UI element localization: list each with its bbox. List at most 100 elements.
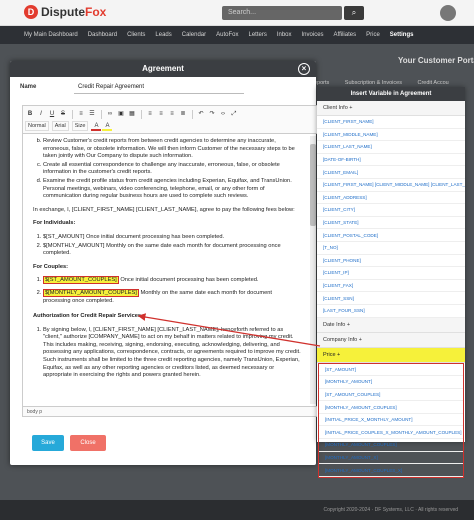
brand-name-suffix: Fox xyxy=(85,5,107,19)
scroll-thumb[interactable] xyxy=(310,144,316,226)
services-list: Review Customer's credit reports from be… xyxy=(33,138,301,201)
price-group[interactable]: Price + xyxy=(317,347,465,363)
numbered-list-icon[interactable]: ≡ xyxy=(76,109,86,119)
search-icon[interactable]: ⌕ xyxy=(344,6,364,20)
authorization-list: By signing below, I, [CLIENT_FIRST_NAME]… xyxy=(33,327,301,380)
variable-item[interactable]: [CLIENT_SSN] xyxy=(317,292,465,305)
nav-item[interactable]: Price xyxy=(366,32,380,38)
nav-item[interactable]: Calendar xyxy=(182,32,206,38)
link-icon[interactable]: ∞ xyxy=(105,109,115,119)
top-header: D DisputeFox Search... ⌕ xyxy=(0,0,474,26)
font-family-select[interactable]: Arial xyxy=(51,121,69,131)
brand-name-prefix: Dispute xyxy=(41,5,86,19)
align-right-icon[interactable]: ≡ xyxy=(167,109,177,119)
font-size-select[interactable]: Size xyxy=(71,121,89,131)
variable-item[interactable]: [MONTHLY_AMOUNT_COUPLES] xyxy=(319,401,463,414)
align-justify-icon[interactable]: ≣ xyxy=(178,109,188,119)
variable-item[interactable]: [CLIENT_STATE] xyxy=(317,217,465,230)
nav-item[interactable]: Affiliates xyxy=(334,32,357,38)
variable-item[interactable]: [ST_AMOUNT] xyxy=(319,364,463,377)
editor-scrollbar[interactable] xyxy=(310,136,316,404)
nav-item[interactable]: Inbox xyxy=(277,32,292,38)
inserted-variable-highlight: $[ST_AMOUNT_COUPLES] xyxy=(43,276,119,285)
panel-title: Insert Variable in Agreement xyxy=(317,87,465,101)
list-item: $[MONTHLY_AMOUNT_COUPLES] Monthly on the… xyxy=(43,288,301,305)
name-field[interactable]: Credit Repair Agreement xyxy=(74,81,244,94)
strikethrough-icon[interactable]: S xyxy=(58,109,68,119)
list-item: By signing below, I, [CLIENT_FIRST_NAME]… xyxy=(43,327,301,380)
bold-icon[interactable]: B xyxy=(25,109,35,119)
variable-item[interactable]: [CLIENT_CITY] xyxy=(317,204,465,217)
nav-item[interactable]: Leads xyxy=(155,32,171,38)
italic-icon[interactable]: I xyxy=(36,109,46,119)
page-title: Your Customer Porta xyxy=(398,56,474,65)
list-item: Review Customer's credit reports from be… xyxy=(43,138,301,161)
source-icon[interactable]: ‹› xyxy=(218,109,228,119)
variable-item[interactable]: [CLIENT_POSTAL_CODE] xyxy=(317,229,465,242)
variable-item[interactable]: [ST_AMOUNT_COUPLES] xyxy=(319,389,463,402)
bullet-list-icon[interactable]: ☰ xyxy=(87,109,97,119)
avatar[interactable] xyxy=(440,5,456,21)
text-color-icon[interactable]: A xyxy=(91,121,102,131)
client-variable-list: [CLIENT_FIRST_NAME] [CLIENT_MIDDLE_NAME]… xyxy=(317,116,465,318)
variable-item[interactable]: [CLIENT_IP] xyxy=(317,267,465,280)
exchange-paragraph: In exchange, I, [CLIENT_FIRST_NAME] [CLI… xyxy=(33,206,295,213)
couples-heading: For Couples: xyxy=(33,263,69,270)
variable-item[interactable]: [CLIENT_FIRST_NAME] [CLIENT_MIDDLE_NAME]… xyxy=(317,179,465,192)
tab-credit-account[interactable]: Credit Accou xyxy=(418,80,449,86)
nav-item[interactable]: Invoices xyxy=(302,32,324,38)
nav-item[interactable]: Letters xyxy=(248,32,266,38)
variable-item[interactable]: [MONTHLY_AMOUNT_X] xyxy=(319,452,463,465)
variable-item[interactable]: [INITIAL_PRICE_X_MONTHLY_AMOUNT] xyxy=(319,414,463,427)
variable-item[interactable]: [INITIAL_PRICE_COUPLES_X_MONTHLY_AMOUNT_… xyxy=(319,426,463,440)
nav-item-settings[interactable]: Settings xyxy=(390,32,414,38)
list-item: $[ST_AMOUNT_COUPLES] Once initial docume… xyxy=(43,276,301,285)
variable-item[interactable]: [CLIENT_MIDDLE_NAME] xyxy=(317,129,465,142)
nav-item[interactable]: My Main Dashboard xyxy=(24,32,78,38)
variable-item[interactable]: [T_NO] xyxy=(317,242,465,255)
list-item: $[MONTHLY_AMOUNT] Monthly on the same da… xyxy=(43,243,301,258)
variable-item[interactable]: [CLIENT_LAST_NAME] xyxy=(317,141,465,154)
undo-icon[interactable]: ↶ xyxy=(196,109,206,119)
name-label: Name xyxy=(20,84,37,90)
table-icon[interactable]: ▦ xyxy=(127,109,137,119)
rich-text-editor: B I U S ≡ ☰ ∞ ▣ ▦ ≡ ≡ ≡ ≣ ↶ ↷ ‹› ⤢ Norma… xyxy=(22,105,318,417)
tab-subscription[interactable]: Subscription & Invoices xyxy=(345,80,402,86)
background-tabs: Reports Subscription & Invoices Credit A… xyxy=(310,80,463,86)
background-color-icon[interactable]: A xyxy=(102,121,113,131)
align-left-icon[interactable]: ≡ xyxy=(145,109,155,119)
close-icon[interactable]: × xyxy=(298,63,310,75)
date-info-group[interactable]: Date Info + xyxy=(317,317,465,333)
fullscreen-icon[interactable]: ⤢ xyxy=(229,109,239,119)
footer: Copyright 2020-2024 · DF Systems, LLC · … xyxy=(0,500,474,520)
font-style-select[interactable]: Normal xyxy=(25,121,49,131)
variable-item[interactable]: [LAST_FOUR_SSN] xyxy=(317,305,465,318)
nav-item[interactable]: Clients xyxy=(127,32,145,38)
editor-content[interactable]: Review Customer's credit reports from be… xyxy=(23,134,309,405)
align-center-icon[interactable]: ≡ xyxy=(156,109,166,119)
client-info-group[interactable]: Client Info + xyxy=(317,101,465,116)
variable-item[interactable]: [MONTHLY_AMOUNT_COUPLES_X] xyxy=(319,464,463,477)
nav-item[interactable]: AutoFox xyxy=(216,32,238,38)
variable-item[interactable]: [CLIENT_FAX] xyxy=(317,280,465,293)
individuals-list: $[ST_AMOUNT] Once initial document proce… xyxy=(33,234,301,258)
variable-item[interactable]: [CLIENT_ADDRESS] xyxy=(317,192,465,205)
redo-icon[interactable]: ↷ xyxy=(207,109,217,119)
underline-icon[interactable]: U xyxy=(47,109,57,119)
app-logo[interactable]: D DisputeFox xyxy=(24,5,106,19)
image-icon[interactable]: ▣ xyxy=(116,109,126,119)
close-button[interactable]: Close xyxy=(70,435,106,451)
variable-item[interactable]: [CLIENT_FIRST_NAME] xyxy=(317,116,465,129)
variable-item[interactable]: [CLIENT_PHONE] xyxy=(317,255,465,268)
company-info-group[interactable]: Company Info + xyxy=(317,332,465,348)
variable-item[interactable]: [MONTHLY_AMOUNT_COUPLES] xyxy=(319,439,463,452)
variable-item[interactable]: [DATE-OF-BIRTH] xyxy=(317,154,465,167)
logo-icon: D xyxy=(24,5,38,19)
variable-item[interactable]: [MONTHLY_AMOUNT] xyxy=(319,376,463,389)
authorization-heading: Authorization for Credit Repair Services xyxy=(33,313,142,320)
modal-title: Agreement xyxy=(142,64,184,73)
save-button[interactable]: Save xyxy=(32,435,64,451)
search-input[interactable]: Search... xyxy=(222,6,342,20)
variable-item[interactable]: [CLIENT_EMAIL] xyxy=(317,166,465,179)
nav-item[interactable]: Dashboard xyxy=(88,32,117,38)
